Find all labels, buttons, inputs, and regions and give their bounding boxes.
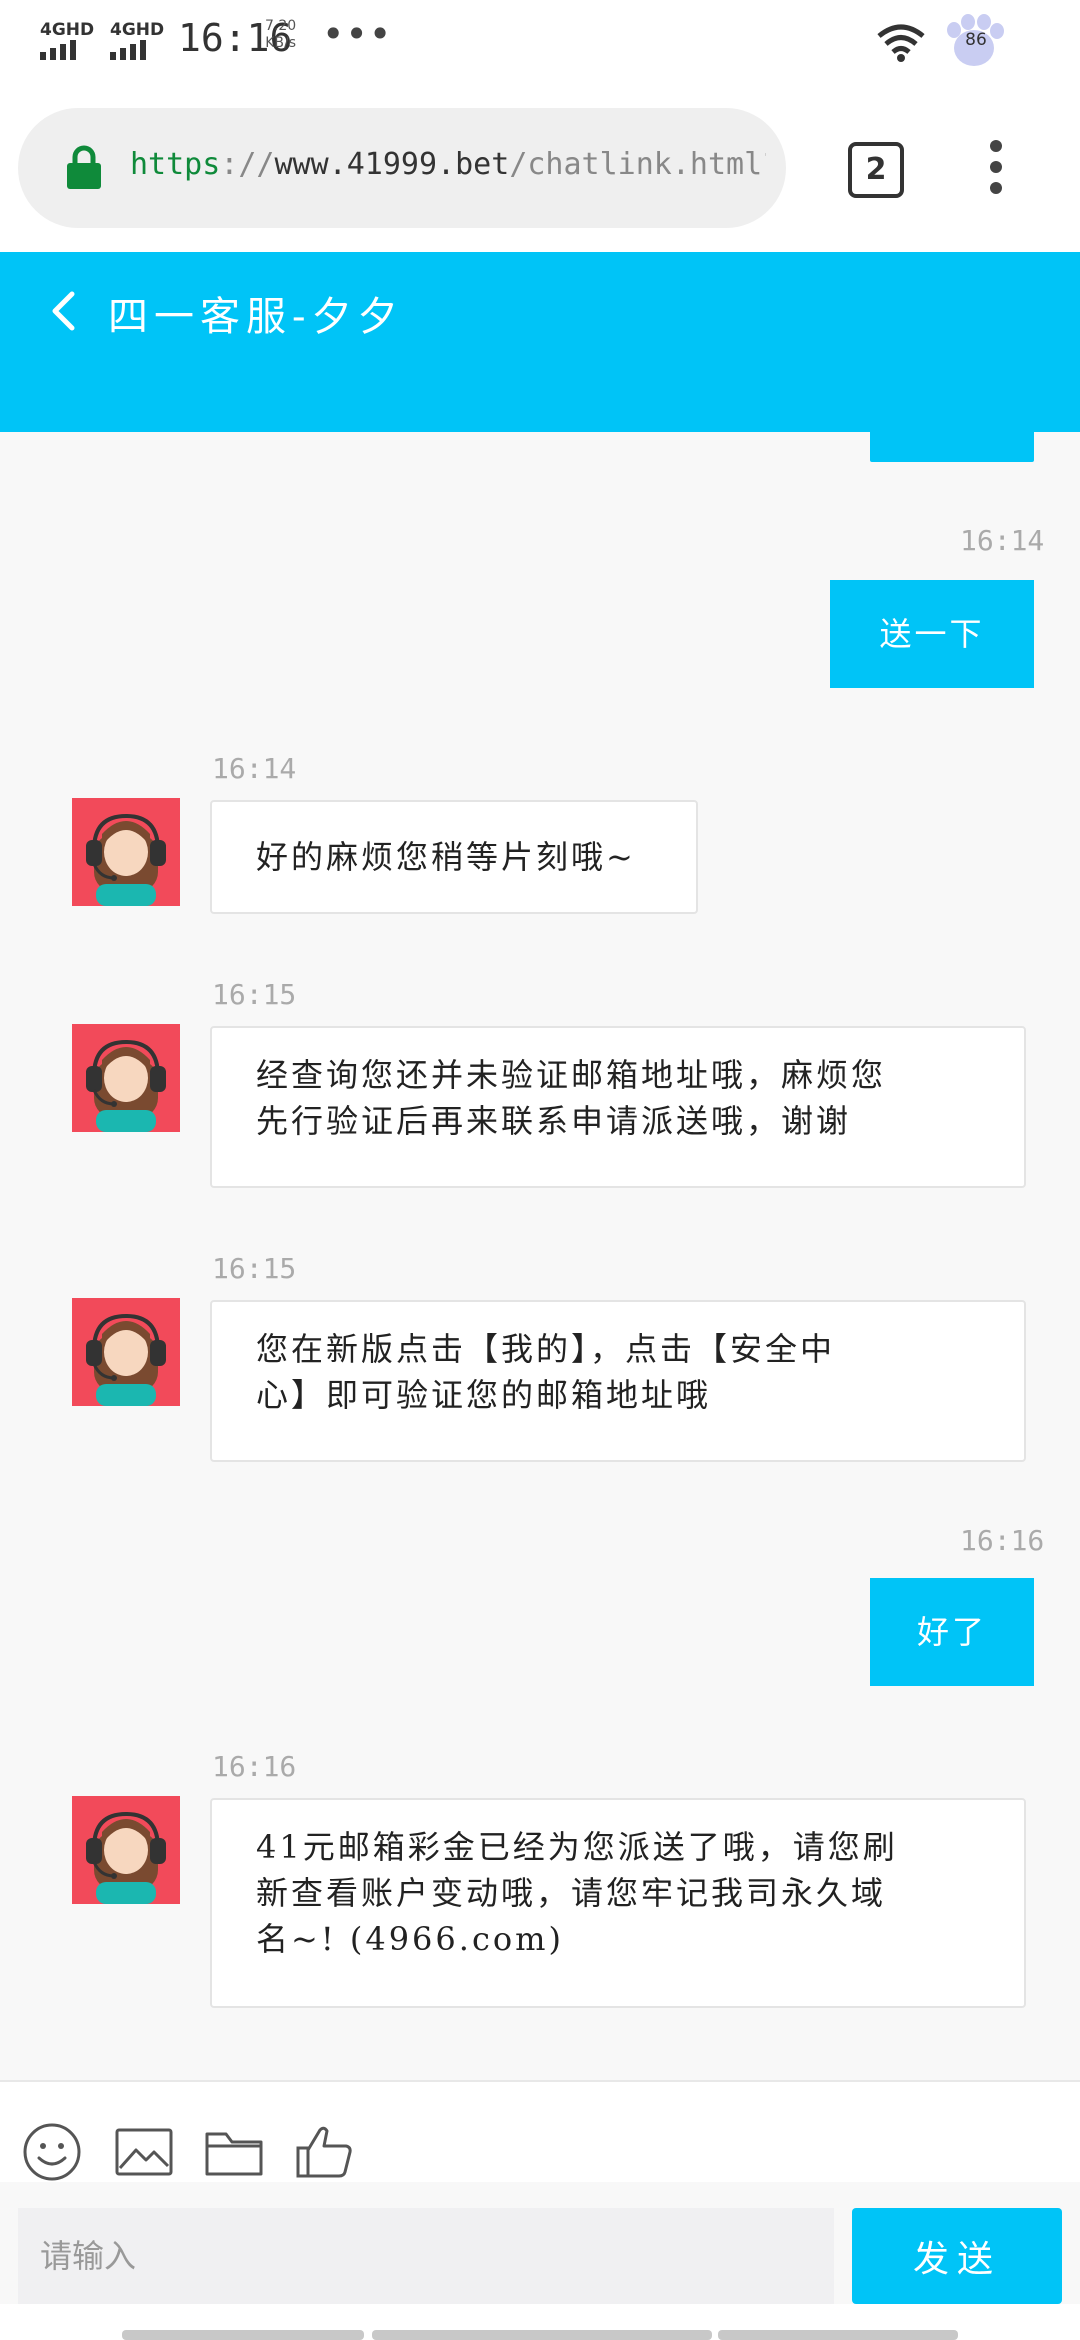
url-separator: :// — [220, 147, 275, 182]
message-list[interactable]: 16:14 送一下 16:14 好的麻烦您稍等片刻哦~ 16:15 经查询您还并… — [0, 432, 1080, 2080]
message-line: 新查看账户变动哦，请您牢记我司永久域 — [256, 1874, 887, 1912]
incoming-message-bubble: 好的麻烦您稍等片刻哦~ — [210, 800, 698, 914]
chat-header — [0, 252, 1080, 432]
browser-menu-icon[interactable] — [988, 140, 1004, 200]
message-timestamp: 16:14 — [212, 752, 297, 785]
folder-icon[interactable] — [204, 2122, 264, 2182]
network-speed: 7.20 KB/s — [265, 18, 296, 52]
emoji-icon[interactable] — [22, 2122, 82, 2182]
network-speed-value: 7.20 — [265, 18, 297, 34]
message-line: 经查询您还并未验证邮箱地址哦，麻烦您 — [256, 1056, 887, 1094]
message-input[interactable] — [18, 2208, 834, 2304]
back-arrow-icon[interactable] — [40, 286, 90, 336]
agent-headset-icon — [86, 813, 166, 906]
message-line: 41元邮箱彩金已经为您派送了哦，请您刷 — [256, 1828, 898, 1866]
nav-indicator — [718, 2330, 958, 2340]
thumbs-up-icon[interactable] — [294, 2122, 354, 2182]
agent-avatar — [72, 798, 180, 906]
agent-headset-icon — [86, 1811, 166, 1904]
incoming-message-bubble: 您在新版点击【我的】，点击【安全中 心】即可验证您的邮箱地址哦 — [210, 1300, 1026, 1462]
url-scheme: https — [130, 147, 221, 182]
outgoing-message-bubble: 送一下 — [830, 580, 1034, 688]
network-type-2: 4GHD — [110, 20, 165, 40]
battery-level: 86 — [965, 30, 987, 50]
agent-headset-icon — [86, 1039, 166, 1132]
agent-avatar — [72, 1796, 180, 1904]
image-icon[interactable] — [114, 2122, 174, 2182]
url-path: /chatlink.html?uid= — [509, 147, 766, 182]
message-timestamp: 16:16 — [960, 1524, 1045, 1557]
incoming-message-bubble: 经查询您还并未验证邮箱地址哦，麻烦您 先行验证后再来联系申请派送哦，谢谢 — [210, 1026, 1026, 1188]
network-type-1: 4GHD — [40, 20, 95, 40]
message-timestamp: 16:15 — [212, 1252, 297, 1285]
send-button[interactable]: 发送 — [852, 2208, 1062, 2304]
nav-indicator — [122, 2330, 364, 2340]
lock-icon — [67, 145, 101, 189]
message-timestamp: 16:16 — [212, 1750, 297, 1783]
url-text[interactable]: https://www.41999.bet/chatlink.html?uid= — [130, 140, 766, 190]
outgoing-message-bubble: 好了 — [870, 1578, 1034, 1686]
url-host: www.41999.bet — [274, 147, 510, 182]
previous-message-bubble — [870, 432, 1034, 462]
message-timestamp: 16:14 — [960, 524, 1045, 557]
more-notifications-icon: ••• — [322, 12, 393, 56]
message-line: 心】即可验证您的邮箱地址哦 — [256, 1376, 712, 1414]
signal-icon-1 — [40, 40, 76, 60]
message-timestamp: 16:15 — [212, 978, 297, 1011]
nav-indicator — [372, 2330, 712, 2340]
agent-headset-icon — [86, 1313, 166, 1406]
message-line: 您在新版点击【我的】，点击【安全中 — [256, 1330, 836, 1368]
agent-avatar — [72, 1024, 180, 1132]
wifi-icon — [877, 24, 925, 62]
message-line: 先行验证后再来联系申请派送哦，谢谢 — [256, 1102, 852, 1140]
chat-title: 四一客服-夕夕 — [108, 294, 404, 340]
network-speed-unit: KB/s — [265, 35, 296, 51]
agent-avatar — [72, 1298, 180, 1406]
signal-icon-2 — [110, 40, 146, 60]
message-line: 名~! (4966.com) — [256, 1920, 564, 1958]
incoming-message-bubble: 41元邮箱彩金已经为您派送了哦，请您刷 新查看账户变动哦，请您牢记我司永久域 名… — [210, 1798, 1026, 2008]
tab-switcher-button[interactable]: 2 — [848, 142, 904, 198]
